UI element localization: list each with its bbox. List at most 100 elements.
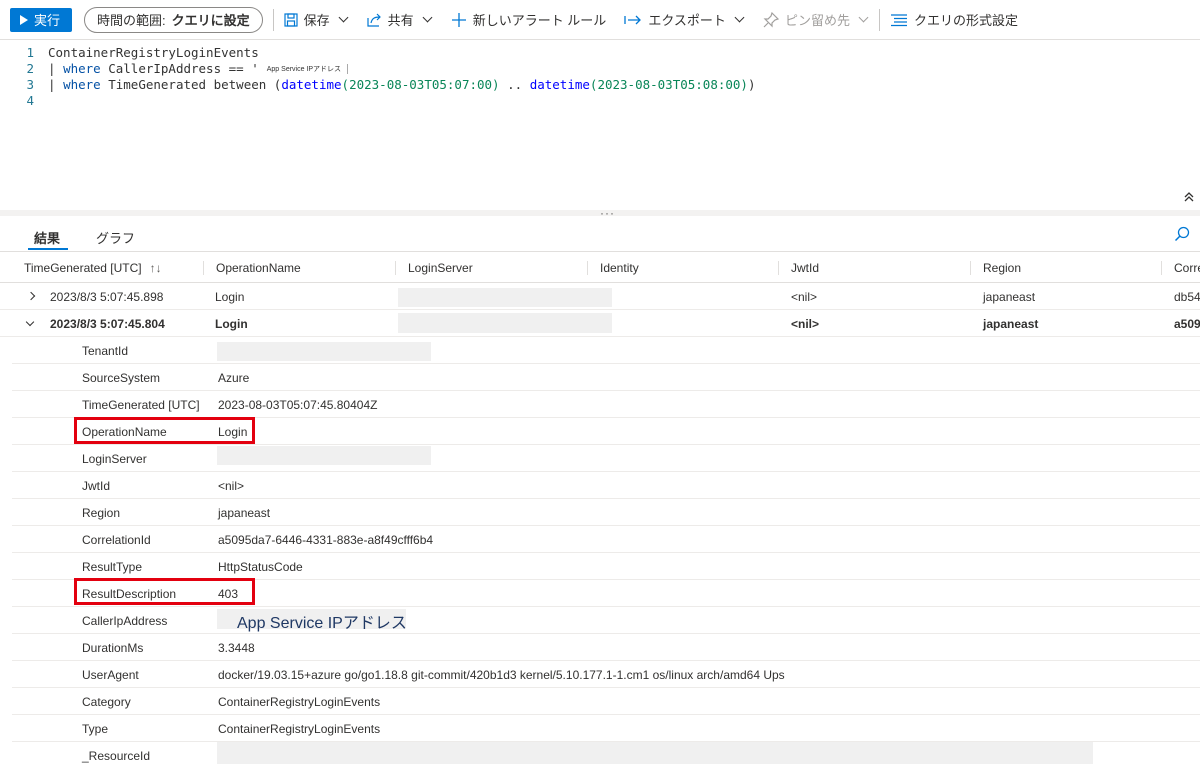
- search-icon: [1174, 226, 1190, 242]
- play-icon: [20, 14, 28, 25]
- code-text: ContainerRegistryLoginEvents: [48, 44, 259, 60]
- time-range-value: クエリに設定: [171, 13, 250, 28]
- active-tab-indicator: [28, 248, 68, 250]
- detail-key: SourceSystem: [82, 370, 161, 385]
- column-header-timegenerated[interactable]: TimeGenerated [UTC] ↑↓: [12, 253, 162, 283]
- column-header-operationname[interactable]: OperationName: [204, 253, 301, 283]
- detail-key: CorrelationId: [82, 532, 151, 547]
- code-token: ): [747, 76, 756, 92]
- format-label: クエリの形式設定: [913, 13, 1018, 28]
- pin-button[interactable]: ピン留め先: [763, 10, 869, 29]
- cell-correlationid: a509: [1174, 316, 1200, 331]
- detail-key: CallerIpAddress: [82, 613, 168, 628]
- detail-value: 2023-08-03T05:07:45.80404Z: [218, 397, 378, 412]
- cell-region: japaneast: [983, 316, 1039, 331]
- detail-row-category: Category ContainerRegistryLoginEvents: [12, 688, 1200, 715]
- run-button[interactable]: 実行: [10, 7, 73, 32]
- code-text: | where TimeGenerated between (datetime(…: [48, 77, 756, 92]
- chevron-down-icon: [858, 12, 869, 23]
- collapse-editor-button[interactable]: [1184, 192, 1194, 205]
- redacted-value: [217, 446, 431, 465]
- column-header-region[interactable]: Region: [971, 253, 1021, 283]
- results-tabs: 結果 グラフ: [0, 222, 1200, 252]
- column-header-loginserver[interactable]: LoginServer: [396, 253, 473, 283]
- highlight-box-operationname: [74, 417, 255, 444]
- code-token: ..: [499, 76, 530, 92]
- column-header-label: TimeGenerated [UTC]: [24, 261, 142, 275]
- format-query-button[interactable]: クエリの形式設定: [890, 10, 1018, 29]
- sort-icon[interactable]: ↑↓: [150, 261, 162, 275]
- detail-row-correlationid: CorrelationId a5095da7-6446-4331-883e-a8…: [12, 526, 1200, 553]
- detail-key: TenantId: [82, 343, 129, 358]
- detail-value: ContainerRegistryLoginEvents: [218, 694, 381, 709]
- detail-value: docker/19.03.15+azure go/go1.18.8 git-co…: [218, 667, 785, 682]
- cell-timegenerated: 2023/8/3 5:07:45.898: [50, 289, 164, 304]
- toolbar-divider: [878, 8, 880, 31]
- redacted-loginserver: [398, 288, 612, 307]
- tab-chart[interactable]: グラフ: [96, 228, 135, 247]
- keyword-token: where: [63, 76, 101, 92]
- save-button[interactable]: 保存: [284, 10, 349, 29]
- toolbar-divider: [272, 8, 274, 31]
- detail-row-resulttype: ResultType HttpStatusCode: [12, 553, 1200, 580]
- double-chevron-up-icon: [1184, 192, 1194, 202]
- table-row[interactable]: 2023/8/3 5:07:45.898 Login <nil> japanea…: [0, 283, 1200, 310]
- function-token: datetime: [281, 76, 342, 92]
- chevron-down-icon: [734, 12, 745, 23]
- export-button[interactable]: エクスポート: [624, 10, 745, 29]
- detail-value: japaneast: [218, 505, 271, 520]
- collapse-chevron-icon[interactable]: [25, 317, 35, 327]
- column-header-identity[interactable]: Identity: [588, 253, 639, 283]
- new-alert-label: 新しいアラート ルール: [472, 13, 607, 28]
- detail-row-region: Region japaneast: [12, 499, 1200, 526]
- detail-key: _ResourceId: [82, 748, 151, 763]
- line-number: 1: [26, 44, 34, 60]
- splitter-handle-icon[interactable]: ···: [600, 206, 615, 220]
- detail-row-loginserver: LoginServer: [12, 445, 1200, 472]
- query-editor[interactable]: 1 ContainerRegistryLoginEvents 2 | where…: [0, 40, 1200, 210]
- cell-region: japaneast: [983, 289, 1036, 304]
- expand-chevron-icon[interactable]: [26, 291, 36, 301]
- run-label: 実行: [34, 13, 61, 28]
- search-button[interactable]: [1174, 226, 1190, 247]
- detail-key: JwtId: [82, 478, 111, 493]
- editor-line: 2 | where CallerIpAddress == ' App Servic…: [0, 60, 349, 76]
- cell-operationname: Login: [215, 316, 248, 331]
- highlight-box-resultdescription: [74, 578, 255, 605]
- editor-line: 3 | where TimeGenerated between (datetim…: [0, 76, 756, 92]
- table-row[interactable]: 2023/8/3 5:07:45.804 Login <nil> japanea…: [0, 310, 1200, 337]
- query-toolbar: 実行 時間の範囲: クエリに設定 保存 共有 新しいアラート ルール エクスポー…: [0, 0, 1200, 40]
- detail-row-sourcesystem: SourceSystem Azure: [12, 364, 1200, 391]
- results-table-header: TimeGenerated [UTC] ↑↓ OperationName Log…: [0, 253, 1200, 283]
- detail-value: Azure: [218, 370, 250, 385]
- time-range-label: 時間の範囲:: [97, 13, 166, 28]
- pipe-token: |: [48, 76, 64, 92]
- tab-results[interactable]: 結果: [34, 228, 60, 247]
- chevron-down-icon: [422, 12, 433, 23]
- detail-key: DurationMs: [82, 640, 144, 655]
- share-icon: [367, 13, 381, 27]
- column-header-correlationid[interactable]: Corre: [1162, 253, 1200, 283]
- code-text: | where CallerIpAddress == ' App Service …: [48, 60, 349, 76]
- detail-row-timegenerated: TimeGenerated [UTC] 2023-08-03T05:07:45.…: [12, 391, 1200, 418]
- line-number: 4: [26, 92, 34, 108]
- share-button[interactable]: 共有: [367, 10, 433, 29]
- cell-correlationid: db54: [1174, 289, 1200, 304]
- detail-value: App Service IPアドレス: [237, 614, 407, 632]
- detail-key: Category: [82, 694, 131, 709]
- new-alert-rule-button[interactable]: 新しいアラート ルール: [451, 10, 607, 29]
- chevron-down-icon: [338, 12, 349, 23]
- cell-jwtid: <nil>: [791, 316, 820, 331]
- format-icon: [890, 13, 907, 26]
- time-range-picker[interactable]: 時間の範囲: クエリに設定: [84, 6, 263, 33]
- redacted-value: [217, 742, 1093, 764]
- detail-row-resourceid: _ResourceId: [12, 742, 1200, 769]
- column-header-jwtid[interactable]: JwtId: [779, 253, 819, 283]
- keyword-token: where: [63, 60, 101, 76]
- line-number: 3: [26, 76, 34, 92]
- detail-row-useragent: UserAgent docker/19.03.15+azure go/go1.1…: [12, 661, 1200, 688]
- pin-icon: [763, 11, 779, 27]
- cell-timegenerated: 2023/8/3 5:07:45.804: [50, 316, 165, 331]
- editor-line: 1 ContainerRegistryLoginEvents: [0, 44, 259, 60]
- redacted-loginserver: [398, 313, 612, 333]
